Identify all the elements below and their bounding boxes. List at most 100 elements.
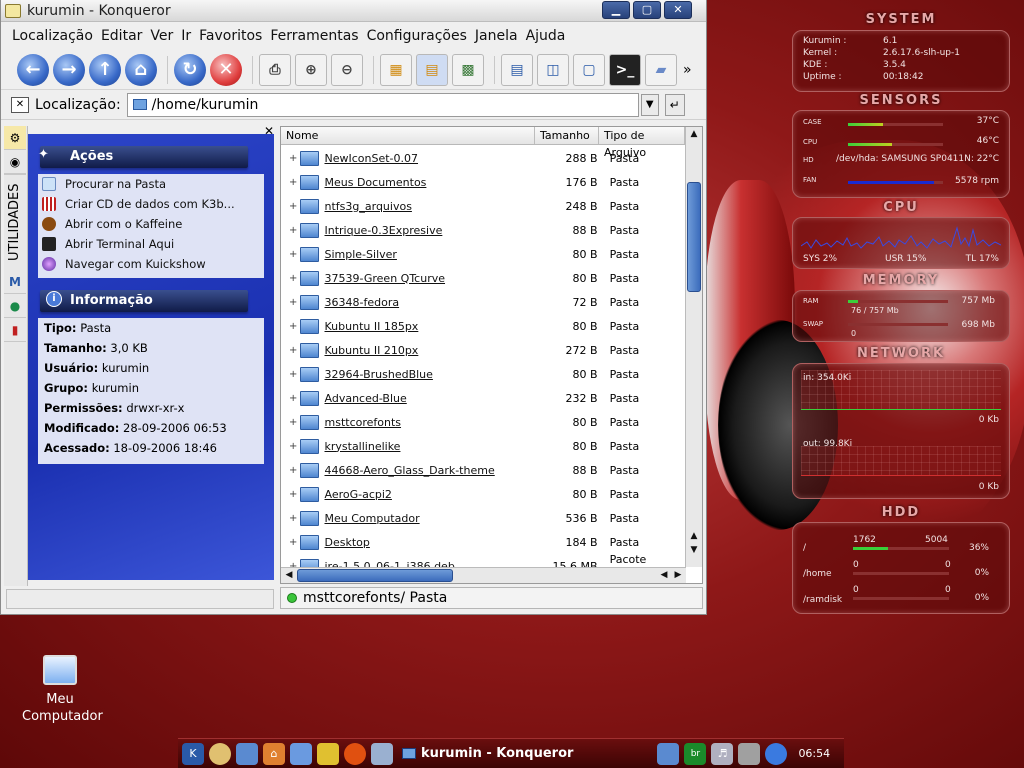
menu-favoritos[interactable]: Favoritos	[198, 28, 269, 44]
table-row[interactable]: + Kubuntu II 210px 272 B Pasta	[281, 338, 686, 362]
menu-ver[interactable]: Ver	[149, 28, 180, 44]
expand-icon[interactable]: +	[289, 513, 298, 524]
menu-editar[interactable]: Editar	[100, 28, 149, 44]
scroll-up-icon[interactable]: ▲	[686, 529, 702, 543]
expand-icon[interactable]: +	[289, 201, 298, 212]
expand-icon[interactable]: +	[289, 537, 298, 548]
print-icon[interactable]: ⎙	[259, 53, 291, 86]
file-name[interactable]: Intrique-0.3Expresive	[319, 224, 516, 237]
table-row[interactable]: + Desktop 184 B Pasta	[281, 530, 686, 554]
file-name[interactable]: Simple-Silver	[319, 248, 516, 261]
table-row[interactable]: +36348-fedora 72 B Pasta	[281, 290, 686, 314]
column-name[interactable]: Nome	[281, 127, 535, 144]
menu-ferramentas[interactable]: Ferramentas	[269, 28, 365, 44]
scroll-up-icon[interactable]: ▲	[686, 127, 702, 141]
menu-ir[interactable]: Ir	[180, 28, 198, 44]
expand-icon[interactable]: +	[289, 177, 298, 188]
table-row[interactable]: + AeroG-acpi2 80 B Pasta	[281, 482, 686, 506]
table-row[interactable]: + ntfs3g_arquivos 248 B Pasta	[281, 194, 686, 218]
tree-view-icon[interactable]: ▤	[416, 53, 448, 86]
zoom-in-icon[interactable]: ⊕	[295, 53, 327, 86]
expand-icon[interactable]: +	[289, 321, 298, 332]
keyboard-layout-icon[interactable]: br	[684, 742, 707, 765]
file-name[interactable]: Meus Documentos	[319, 176, 516, 189]
file-name[interactable]: Advanced-Blue	[319, 392, 516, 405]
expand-icon[interactable]: +	[289, 465, 298, 476]
clear-location-icon[interactable]: ✕	[11, 96, 29, 113]
toolbar-overflow-icon[interactable]: »	[683, 62, 692, 78]
column-size[interactable]: Tamanho	[535, 127, 599, 144]
kmail-icon[interactable]	[317, 742, 339, 765]
column-type[interactable]: Tipo de Arquivo	[599, 127, 685, 159]
desktop-icon-my-computer[interactable]: Meu Computador	[22, 655, 103, 725]
table-row[interactable]: + Advanced-Blue 232 B Pasta	[281, 386, 686, 410]
file-name[interactable]: msttcorefonts	[319, 416, 516, 429]
action-k3b[interactable]: Criar CD de dados com K3b...	[38, 194, 264, 214]
expand-icon[interactable]: +	[289, 273, 298, 284]
sidebar-folder-icon[interactable]: ▮	[4, 318, 26, 342]
expand-icon[interactable]: +	[289, 249, 298, 260]
action-search[interactable]: Procurar na Pasta	[38, 174, 264, 194]
horizontal-scrollbar[interactable]: ◀ ◀ ▶	[281, 567, 686, 583]
device-icon[interactable]	[738, 742, 761, 765]
table-row[interactable]: +32964-BrushedBlue 80 B Pasta	[281, 362, 686, 386]
table-row[interactable]: + Meus Documentos 176 B Pasta	[281, 170, 686, 194]
file-name[interactable]: AeroG-acpi2	[319, 488, 516, 501]
scroll-down-icon[interactable]: ▼	[686, 543, 702, 557]
tux-icon[interactable]	[209, 742, 231, 765]
menu-configuracoes[interactable]: Configurações	[366, 28, 474, 44]
menu-localizacao[interactable]: Localização	[11, 28, 100, 44]
expand-icon[interactable]: +	[289, 153, 298, 164]
table-row[interactable]: + Kubuntu II 185px 80 B Pasta	[281, 314, 686, 338]
up-icon[interactable]: ↑	[89, 53, 121, 86]
close-button[interactable]: ✕	[664, 1, 692, 19]
zoom-out-icon[interactable]: ⊖	[331, 53, 363, 86]
updates-icon[interactable]	[765, 742, 788, 765]
kde-menu-icon[interactable]: K	[182, 742, 204, 765]
reload-icon[interactable]: ↻	[174, 53, 206, 86]
table-row[interactable]: + msttcorefonts 80 B Pasta	[281, 410, 686, 434]
sidebar-config-icon[interactable]: ⚙	[4, 126, 26, 150]
table-row[interactable]: + NewIconSet-0.07 288 B Pasta	[281, 146, 686, 170]
file-name[interactable]: Kubuntu II 185px	[319, 320, 516, 333]
actions-header[interactable]: Ações	[40, 146, 248, 168]
file-name[interactable]: 36348-fedora	[319, 296, 516, 309]
file-name[interactable]: Desktop	[319, 536, 516, 549]
expand-icon[interactable]: +	[289, 489, 298, 500]
file-name[interactable]: 44668-Aero_Glass_Dark-theme	[319, 464, 516, 477]
sidebar-bookmark-icon[interactable]: ◉	[4, 150, 26, 174]
firefox-icon[interactable]	[344, 742, 366, 765]
table-row[interactable]: +44668-Aero_Glass_Dark-theme 88 B Pasta	[281, 458, 686, 482]
hscroll-thumb[interactable]	[297, 569, 453, 582]
table-row[interactable]: +37539-Green QTcurve 80 B Pasta	[281, 266, 686, 290]
file-name[interactable]: 32964-BrushedBlue	[319, 368, 516, 381]
detailed-view-icon[interactable]: ▩	[452, 53, 484, 86]
expand-icon[interactable]: +	[289, 345, 298, 356]
forward-icon[interactable]: →	[53, 53, 85, 86]
table-row[interactable]: + krystallinelike 80 B Pasta	[281, 434, 686, 458]
table-row[interactable]: + Meu Computador 536 B Pasta	[281, 506, 686, 530]
menu-ajuda[interactable]: Ajuda	[525, 28, 573, 44]
network-icon[interactable]	[657, 742, 680, 765]
expand-icon[interactable]: +	[289, 297, 298, 308]
maximize-button[interactable]: ▢	[633, 1, 661, 19]
icon-view-icon[interactable]: ▦	[380, 53, 412, 86]
action-kuickshow[interactable]: Navegar com Kuickshow	[38, 254, 264, 274]
table-row[interactable]: + Intrique-0.3Expresive 88 B Pasta	[281, 218, 686, 242]
file-name[interactable]: NewIconSet-0.07	[319, 152, 516, 165]
split-vertical-icon[interactable]: ◫	[537, 53, 569, 86]
trash-icon[interactable]: ▰	[645, 53, 677, 86]
sidebar-metabar-icon[interactable]: M	[4, 270, 26, 294]
volume-icon[interactable]: ♬	[711, 742, 734, 765]
table-row[interactable]: + Simple-Silver 80 B Pasta	[281, 242, 686, 266]
file-name[interactable]: 37539-Green QTcurve	[319, 272, 516, 285]
minimize-button[interactable]: ▁	[602, 1, 630, 19]
folder-window-icon[interactable]	[5, 3, 21, 18]
expand-icon[interactable]: +	[289, 393, 298, 404]
info-header[interactable]: Informação	[40, 290, 248, 312]
vertical-scrollbar[interactable]: ▲ ▲ ▼	[685, 127, 702, 567]
editor-icon[interactable]	[371, 742, 393, 765]
home-icon[interactable]: ⌂	[125, 53, 157, 86]
table-row[interactable]: +jre-1.5.0_06-1_i386.deb15,6 MBPacote De…	[281, 553, 686, 568]
terminal-icon[interactable]: >_	[609, 53, 641, 86]
